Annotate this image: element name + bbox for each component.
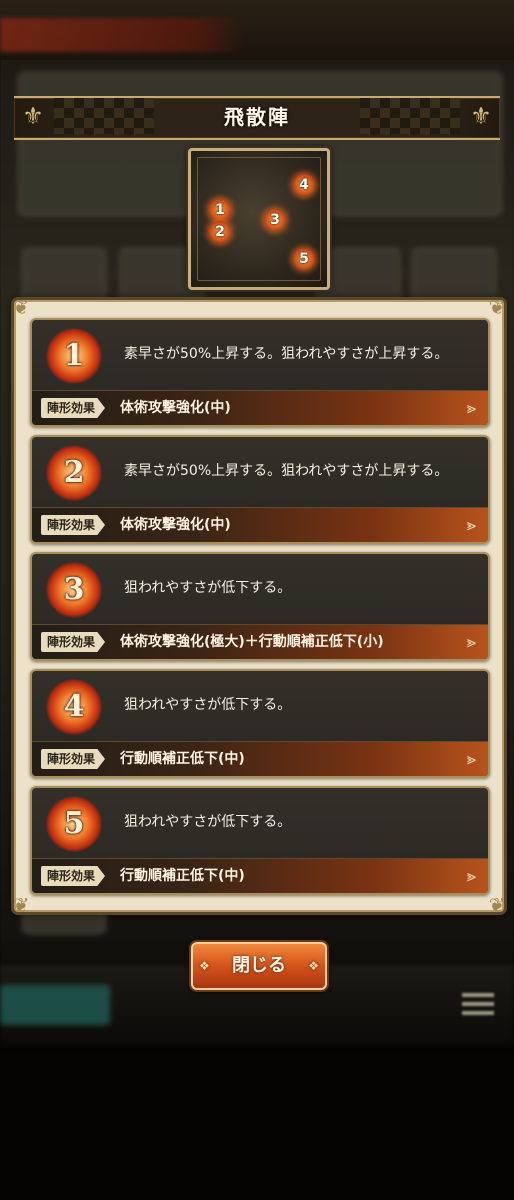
ornament-icon: ❦ [488,893,506,917]
formation-position-2: 2 [209,221,231,243]
slot-card-1[interactable]: ✹ 1 素早さが50%上昇する。狙われやすさが上昇する。 陣形効果 体術攻撃強化… [30,318,490,427]
effect-tag: 陣形効果 [41,515,106,535]
ornament-icon: ❦ [12,893,30,917]
slot-effect-row[interactable]: 陣形効果 体術攻撃強化(中) ⪢ [32,507,488,542]
slot-card-5[interactable]: ✹ 5 狙われやすさが低下する。 陣形効果 行動順補正低下(中) ⪢ [30,786,490,895]
slot-description: 素早さが50%上昇する。狙われやすさが上昇する。 [124,346,449,362]
sunburst-badge-icon: ✹ 1 [46,323,102,389]
effect-tag: 陣形効果 [41,632,106,652]
slot-description: 素早さが50%上昇する。狙われやすさが上昇する。 [124,463,449,479]
close-button[interactable]: ❖ 閉じる ❖ [191,942,327,990]
effect-tag: 陣形効果 [41,398,106,418]
slot-effects-panel: ❦ ❦ ❦ ❦ ✹ 1 素早さが50%上昇する。狙われやすさが上昇する。 陣形効… [13,296,506,916]
slot-card-header: ✹ 4 狙われやすさが低下する。 [32,671,488,740]
ornament-icon: ❖ [308,959,319,973]
slot-description: 狙われやすさが低下する。 [124,580,292,596]
slot-effect-row[interactable]: 陣形効果 体術攻撃強化(中) ⪢ [32,390,488,425]
close-button-label: 閉じる [232,955,286,976]
slot-card-2[interactable]: ✹ 2 素早さが50%上昇する。狙われやすさが上昇する。 陣形効果 体術攻撃強化… [30,435,490,544]
background-button [0,985,110,1025]
sunburst-badge-icon: ✹ 4 [46,674,102,740]
slot-card-header: ✹ 2 素早さが50%上昇する。狙われやすさが上昇する。 [32,437,488,506]
background-tab [0,18,245,52]
menu-icon [462,993,494,997]
chevron-right-icon[interactable]: ⪢ [467,625,476,659]
slot-effect: 行動順補正低下(中) [120,751,245,767]
chevron-right-icon[interactable]: ⪢ [467,391,476,425]
slot-number: 2 [63,455,85,490]
slot-description: 狙われやすさが低下する。 [124,814,292,830]
formation-position-3: 3 [264,209,286,231]
formation-position-4: 4 [293,174,315,196]
ornament-icon: ❦ [12,295,30,319]
sunburst-badge-icon: ✹ 2 [46,440,102,506]
slot-number: 5 [63,806,85,841]
slot-number: 1 [63,338,85,373]
slot-description: 狙われやすさが低下する。 [124,697,292,713]
slot-effect-row[interactable]: 陣形効果 行動順補正低下(中) ⪢ [32,858,488,893]
slot-card-header: ✹ 3 狙われやすさが低下する。 [32,554,488,623]
slot-effect-row[interactable]: 陣形効果 体術攻撃強化(極大)＋行動順補正低下(小) ⪢ [32,624,488,659]
ornament-icon: ❖ [199,959,210,973]
effect-tag: 陣形効果 [41,866,106,886]
slot-card-header: ✹ 5 狙われやすさが低下する。 [32,788,488,857]
formation-title: 飛散陣 [224,105,290,129]
slot-card-4[interactable]: ✹ 4 狙われやすさが低下する。 陣形効果 行動順補正低下(中) ⪢ [30,669,490,778]
slot-card-3[interactable]: ✹ 3 狙われやすさが低下する。 陣形効果 体術攻撃強化(極大)＋行動順補正低下… [30,552,490,661]
effect-tag: 陣形効果 [41,749,106,769]
chevron-right-icon[interactable]: ⪢ [467,742,476,776]
title-banner: ⚜ ⚜ 飛散陣 [14,96,500,140]
slot-effect: 体術攻撃強化(極大)＋行動順補正低下(小) [120,634,384,650]
ornament-icon: ❦ [488,295,506,319]
slot-card-header: ✹ 1 素早さが50%上昇する。狙われやすさが上昇する。 [32,320,488,389]
slot-effect: 行動順補正低下(中) [120,868,245,884]
chevron-right-icon[interactable]: ⪢ [467,859,476,893]
slot-effect: 体術攻撃強化(中) [120,400,231,416]
slot-number: 3 [63,572,85,607]
sunburst-badge-icon: ✹ 5 [46,791,102,857]
formation-position-5: 5 [293,248,315,270]
chevron-right-icon[interactable]: ⪢ [467,508,476,542]
slot-number: 4 [63,689,85,724]
slot-effect: 体術攻撃強化(中) [120,517,231,533]
sunburst-badge-icon: ✹ 3 [46,557,102,623]
formation-position-1: 1 [209,199,231,221]
formation-preview: 4 1 3 2 5 [188,148,330,290]
slot-effect-row[interactable]: 陣形効果 行動順補正低下(中) ⪢ [32,741,488,776]
